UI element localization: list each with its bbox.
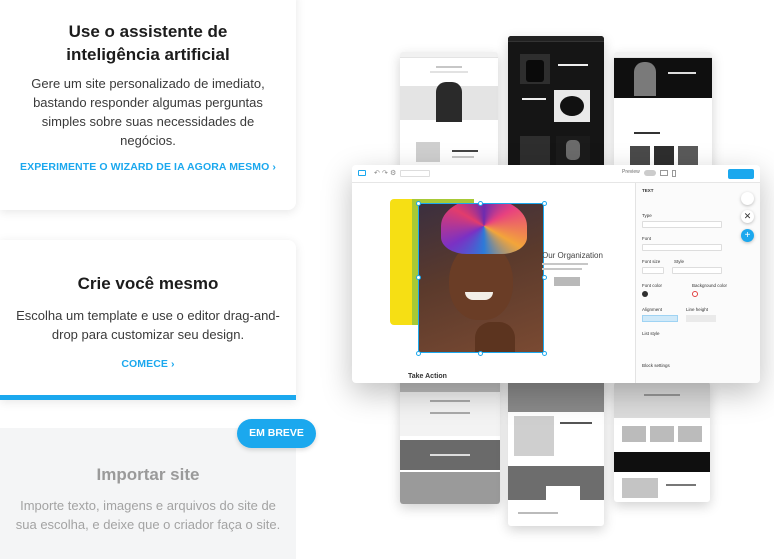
ai-card-title: Use o assistente de inteligência artific… [66,22,230,64]
mobile-view-icon[interactable] [672,170,676,177]
resize-handle[interactable] [478,201,483,206]
desktop-view-icon[interactable] [660,170,668,176]
background-color-swatch[interactable] [692,291,698,297]
import-card-title: Importar site [96,465,200,484]
font-size-select[interactable] [642,267,664,274]
coming-soon-badge: EM BREVE [237,419,316,448]
list-style-label: List style [642,331,660,336]
resize-handle[interactable] [542,201,547,206]
ai-wizard-link[interactable]: EXPERIMENTE O WIZARD DE IA AGORA MESMO › [0,161,296,173]
line-height-label: Line height [686,307,709,312]
start-link[interactable]: COMECE › [0,358,296,370]
background-color-label: Background color [692,283,728,288]
preview-toggle[interactable] [644,170,656,176]
style-label: Style [674,259,685,264]
organization-heading[interactable]: Our Organization [542,251,603,260]
add-icon[interactable]: + [741,229,754,242]
alignment-label: Alignment [642,307,663,312]
undo-icon[interactable]: ↶ [374,169,380,177]
learn-more-button[interactable] [554,277,580,286]
resize-handle[interactable] [416,351,421,356]
template-thumbnail-botanical[interactable] [508,376,604,526]
preview-label: Preview [622,169,640,175]
selected-hero-image[interactable] [418,203,544,353]
template-thumbnail-charity[interactable] [400,364,500,504]
resize-handle[interactable] [478,351,483,356]
page-select[interactable] [400,170,430,177]
resize-handle[interactable] [542,351,547,356]
self-card-title: Crie você mesmo [77,274,219,293]
resize-handle[interactable] [542,275,547,280]
template-thumbnail-restaurant[interactable] [614,382,710,502]
import-card-description: Importe texto, imagens e arquivos do sit… [15,498,281,532]
template-thumbnail-tech[interactable] [508,36,604,184]
template-collage: ↶ ↷ ⚙ Preview Our Organization Take Acti… [330,20,774,540]
line-height-buttons[interactable] [686,315,716,322]
create-yourself-card: Crie você mesmo Escolha um template e us… [0,240,296,400]
block-settings-label[interactable]: Block settings [642,363,670,368]
close-icon[interactable]: ✕ [741,210,754,223]
font-label: Font [642,236,652,241]
font-size-label: Font size [642,259,661,264]
font-color-swatch[interactable] [642,291,648,297]
type-label: Type [642,213,652,218]
resize-handle[interactable] [416,201,421,206]
ai-assistant-card: Use o assistente de inteligência artific… [0,0,296,210]
alignment-buttons[interactable] [642,315,678,322]
redo-icon[interactable]: ↷ [382,169,388,177]
website-editor-preview: ↶ ↷ ⚙ Preview Our Organization Take Acti… [352,165,760,383]
resize-handle[interactable] [416,275,421,280]
font-select[interactable] [642,244,722,251]
mail-icon[interactable] [358,170,366,176]
publish-button[interactable] [728,169,754,179]
selected-card-accent-bar [0,395,296,400]
ai-card-description: Gere um site personalizado de imediato, … [31,76,265,148]
editor-toolbar: ↶ ↷ ⚙ Preview [352,165,760,183]
take-action-heading[interactable]: Take Action [408,373,447,380]
sitemap-icon[interactable] [741,192,754,205]
self-card-description: Escolha um template e use o editor drag-… [16,308,280,342]
settings-icon[interactable]: ⚙ [390,169,396,177]
font-color-label: Font color [642,283,663,288]
style-buttons[interactable] [672,267,722,274]
type-select[interactable] [642,221,722,228]
panel-title: TEXT [642,188,654,193]
